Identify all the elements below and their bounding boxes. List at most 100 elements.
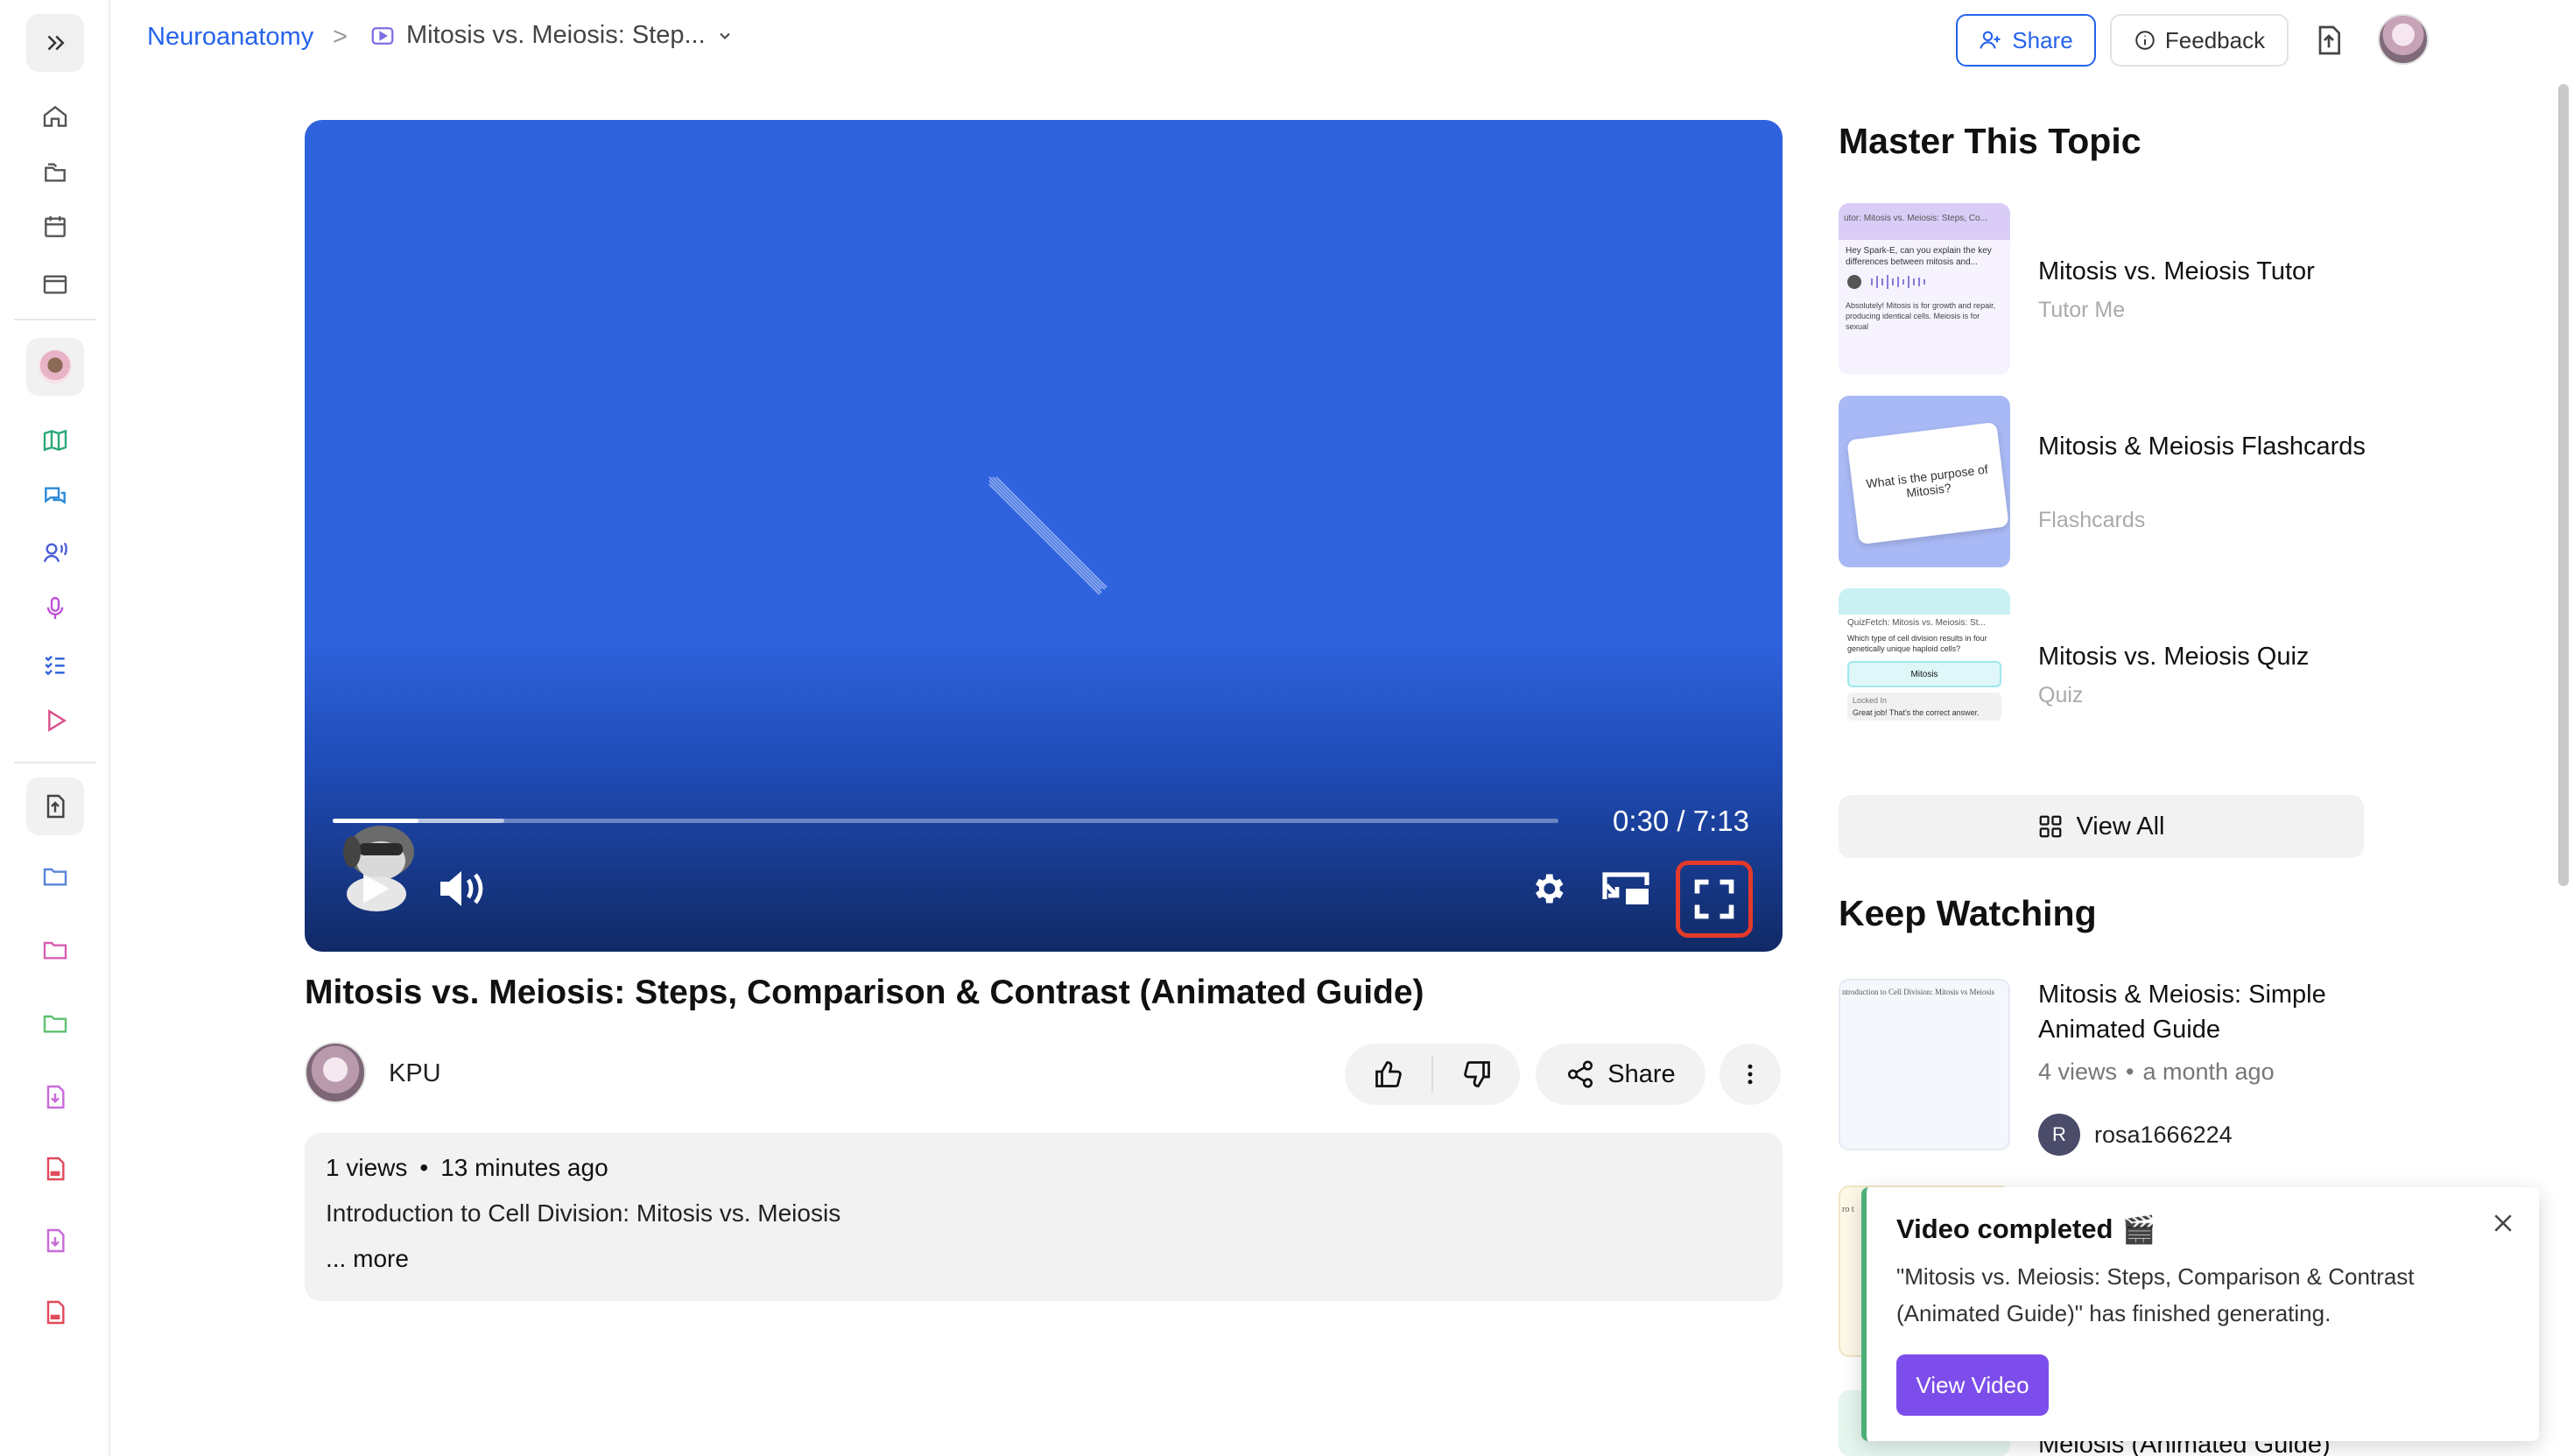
keep-watching-age: a month ago bbox=[2142, 1059, 2275, 1085]
breadcrumb-page-label: Mitosis vs. Meiosis: Step... bbox=[406, 21, 706, 49]
tutor-thumbnail[interactable]: utor: Mitosis vs. Meiosis: Steps, Co... … bbox=[1839, 203, 2010, 375]
grid-icon bbox=[2040, 815, 2062, 838]
channel-name[interactable]: KPU bbox=[389, 1059, 441, 1088]
tutor-thumb-header: utor: Mitosis vs. Meiosis: Steps, Co... bbox=[1839, 212, 2010, 240]
user-avatar[interactable] bbox=[2378, 14, 2429, 65]
pdf-icon[interactable] bbox=[37, 1294, 74, 1331]
uploader-avatar[interactable]: R bbox=[2038, 1114, 2080, 1156]
gear-icon bbox=[1536, 874, 1564, 904]
meta-dot: • bbox=[419, 1154, 429, 1181]
quiz-thumbnail[interactable]: QuizFetch: Mitosis vs. Meiosis: St... Wh… bbox=[1839, 588, 2010, 760]
flashcard-preview: What is the purpose of Mitosis? bbox=[1846, 421, 2009, 545]
volume-button[interactable] bbox=[434, 862, 492, 915]
expand-sidebar-button[interactable] bbox=[26, 14, 84, 72]
view-video-button[interactable]: View Video bbox=[1896, 1354, 2049, 1416]
pdf-icon[interactable] bbox=[37, 1150, 74, 1187]
calendar-icon[interactable] bbox=[37, 208, 74, 245]
sidebar bbox=[0, 0, 110, 1456]
upload-file-icon bbox=[46, 794, 65, 819]
quiz-card-subtitle: Quiz bbox=[2038, 683, 2084, 707]
export-document-icon[interactable] bbox=[2311, 23, 2346, 58]
fullscreen-button[interactable] bbox=[1676, 861, 1753, 938]
waveform-icon bbox=[1847, 275, 1925, 289]
map-icon[interactable] bbox=[37, 422, 74, 459]
video-share-button[interactable]: Share bbox=[1536, 1044, 1705, 1105]
flashcards-thumbnail[interactable]: What is the purpose of Mitosis? bbox=[1839, 396, 2010, 567]
master-topic-heading: Master This Topic bbox=[1839, 121, 2141, 161]
toast-message: "Mitosis vs. Meiosis: Steps, Comparison … bbox=[1896, 1263, 2415, 1326]
keep-watching-title[interactable]: Mitosis & Meiosis: Simple Animated Guide bbox=[2038, 977, 2388, 1047]
loading-graphic bbox=[988, 476, 1108, 595]
video-icon bbox=[371, 26, 394, 45]
more-options-button[interactable] bbox=[1720, 1044, 1781, 1105]
quiz-thumb-feedback: Great job! That's the correct answer. bbox=[1853, 708, 1980, 717]
checklist-icon[interactable] bbox=[37, 646, 74, 683]
share-button[interactable]: Share bbox=[1956, 14, 2096, 67]
folders-icon[interactable] bbox=[37, 154, 74, 191]
flashcards-card-subtitle: Flashcards bbox=[2038, 508, 2146, 532]
info-icon bbox=[2135, 31, 2155, 50]
thumbs-down-icon bbox=[1463, 1061, 1490, 1087]
add-user-icon bbox=[1980, 31, 2001, 49]
microphone-icon[interactable] bbox=[37, 590, 74, 627]
feedback-button[interactable]: Feedback bbox=[2110, 14, 2289, 67]
tutor-thumb-question: Hey Spark-E, can you explain the key dif… bbox=[1846, 246, 1992, 267]
voice-tutor-icon[interactable] bbox=[37, 534, 74, 571]
more-vertical-icon bbox=[1748, 1064, 1753, 1085]
quiz-card-title[interactable]: Mitosis vs. Meiosis Quiz bbox=[2038, 639, 2388, 674]
tutor-card-title[interactable]: Mitosis vs. Meiosis Tutor bbox=[2038, 254, 2388, 289]
download-file-icon[interactable] bbox=[37, 1222, 74, 1259]
page-scrollbar[interactable] bbox=[2558, 84, 2569, 886]
channel-avatar[interactable] bbox=[305, 1042, 366, 1103]
video-completed-toast: Video completed 🎬 "Mitosis vs. Meiosis: … bbox=[1861, 1187, 2539, 1441]
folder-green-icon[interactable] bbox=[37, 1005, 74, 1042]
keep-watching-meta: 4 views • a month ago bbox=[2038, 1059, 2275, 1086]
tutor-card-subtitle: Tutor Me bbox=[2038, 298, 2126, 322]
folder-icon[interactable] bbox=[37, 858, 74, 895]
flashcards-card-title[interactable]: Mitosis & Meiosis Flashcards bbox=[2038, 429, 2388, 464]
progress-bar[interactable] bbox=[333, 819, 1558, 823]
settings-button[interactable] bbox=[1525, 866, 1571, 911]
chat-bubbles-icon[interactable] bbox=[37, 478, 74, 515]
sidebar-divider bbox=[14, 319, 96, 320]
picture-in-picture-button[interactable] bbox=[1599, 864, 1653, 913]
video-player[interactable]: 0:30 / 7:13 bbox=[305, 120, 1783, 952]
close-toast-button[interactable] bbox=[2490, 1210, 2516, 1236]
quiz-thumb-answer: Mitosis bbox=[1847, 661, 2001, 687]
share-icon bbox=[1568, 1060, 1593, 1088]
folder-pink-icon[interactable] bbox=[37, 932, 74, 968]
meta-dot: • bbox=[2126, 1059, 2134, 1085]
breadcrumb-root-link[interactable]: Neuroanatomy bbox=[147, 23, 313, 52]
uploader-name[interactable]: rosa1666224 bbox=[2094, 1122, 2233, 1149]
mascot-avatar-icon bbox=[39, 350, 72, 383]
dislike-button[interactable] bbox=[1433, 1044, 1520, 1105]
toast-title: Video completed bbox=[1896, 1213, 2113, 1244]
browser-window-icon[interactable] bbox=[37, 266, 74, 303]
keep-watching-heading: Keep Watching bbox=[1839, 893, 2097, 933]
view-count: 1 views bbox=[326, 1154, 408, 1181]
download-file-icon[interactable] bbox=[37, 1079, 74, 1115]
mascot-avatar-button[interactable] bbox=[26, 338, 84, 396]
description-box[interactable]: 1 views • 13 minutes ago Introduction to… bbox=[305, 1133, 1783, 1301]
view-all-label: View All bbox=[2076, 812, 2165, 841]
close-icon bbox=[2494, 1214, 2512, 1232]
play-icon[interactable] bbox=[37, 702, 74, 739]
play-button[interactable] bbox=[350, 862, 399, 915]
sidebar-divider bbox=[14, 762, 96, 763]
chevron-down-icon bbox=[719, 32, 730, 39]
video-share-label: Share bbox=[1607, 1059, 1676, 1088]
time-display: 0:30 / 7:13 bbox=[1613, 805, 1749, 837]
keep-watching-thumbnail[interactable]: ntroduction to Cell Division: Mitosis vs… bbox=[1839, 979, 2010, 1150]
picture-in-picture-icon bbox=[1602, 872, 1649, 904]
like-button[interactable] bbox=[1345, 1044, 1431, 1105]
breadcrumb-separator: > bbox=[333, 23, 348, 51]
upload-file-button[interactable] bbox=[26, 777, 84, 835]
breadcrumb-current-page[interactable]: Mitosis vs. Meiosis: Step... bbox=[369, 21, 734, 50]
thumbs-up-icon bbox=[1375, 1061, 1402, 1087]
quiz-thumb-locked: Locked In bbox=[1853, 696, 1888, 705]
home-icon[interactable] bbox=[37, 98, 74, 135]
quiz-thumb-question: Which type of cell division results in f… bbox=[1847, 634, 1987, 653]
view-all-button[interactable]: View All bbox=[1839, 795, 2364, 858]
show-more-link[interactable]: ... more bbox=[326, 1245, 1762, 1273]
upload-age: 13 minutes ago bbox=[440, 1154, 608, 1181]
